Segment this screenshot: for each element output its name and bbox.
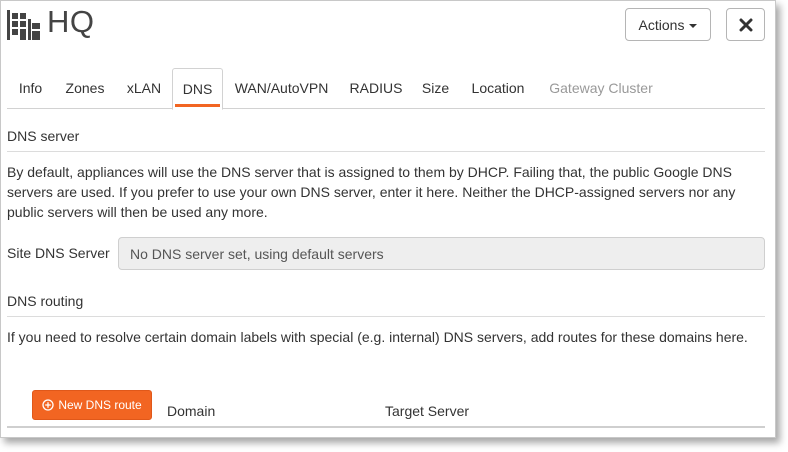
tab-info[interactable]: Info (7, 68, 54, 109)
actions-button-label: Actions (638, 16, 685, 33)
tab-size[interactable]: Size (412, 68, 459, 109)
column-header-target-server: Target Server (385, 403, 470, 419)
tab-gateway-cluster: Gateway Cluster (549, 80, 653, 96)
building-icon (7, 10, 40, 40)
caret-down-icon (689, 23, 698, 28)
column-header-domain: Domain (167, 403, 216, 419)
dns-routing-description: If you need to resolve certain domain la… (7, 329, 748, 345)
new-dns-route-label: New DNS route (58, 398, 142, 412)
close-button[interactable] (726, 8, 765, 41)
dns-routing-heading: DNS routing (7, 293, 84, 309)
active-tab-indicator (175, 104, 220, 107)
actions-dropdown-button[interactable]: Actions (625, 8, 711, 41)
site-dns-server-label: Site DNS Server (7, 245, 110, 261)
plus-circle-icon (42, 399, 54, 411)
tab-dns-label: DNS (182, 81, 213, 97)
dns-server-description: By default, appliances will use the DNS … (7, 164, 736, 220)
tab-bar: Info Zones xLAN DNS WAN/AutoVPN RADIUS S… (7, 68, 765, 110)
close-icon (739, 18, 752, 31)
tab-wan-autovpn[interactable]: WAN/AutoVPN (223, 68, 340, 109)
table-header-divider (7, 426, 765, 428)
tab-radius[interactable]: RADIUS (340, 68, 412, 109)
tab-location[interactable]: Location (459, 68, 537, 109)
divider (7, 316, 765, 317)
tab-xlan[interactable]: xLAN (116, 68, 172, 109)
site-dns-server-input[interactable] (118, 237, 765, 270)
tab-dns[interactable]: DNS (172, 68, 223, 110)
site-detail-panel: HQ Actions Info Zones xLAN DNS WAN/AutoV… (0, 0, 776, 438)
page-title: HQ (47, 4, 95, 39)
dns-server-heading: DNS server (7, 128, 80, 144)
tab-zones[interactable]: Zones (54, 68, 116, 109)
new-dns-route-button[interactable]: New DNS route (32, 390, 152, 420)
divider (7, 151, 765, 152)
